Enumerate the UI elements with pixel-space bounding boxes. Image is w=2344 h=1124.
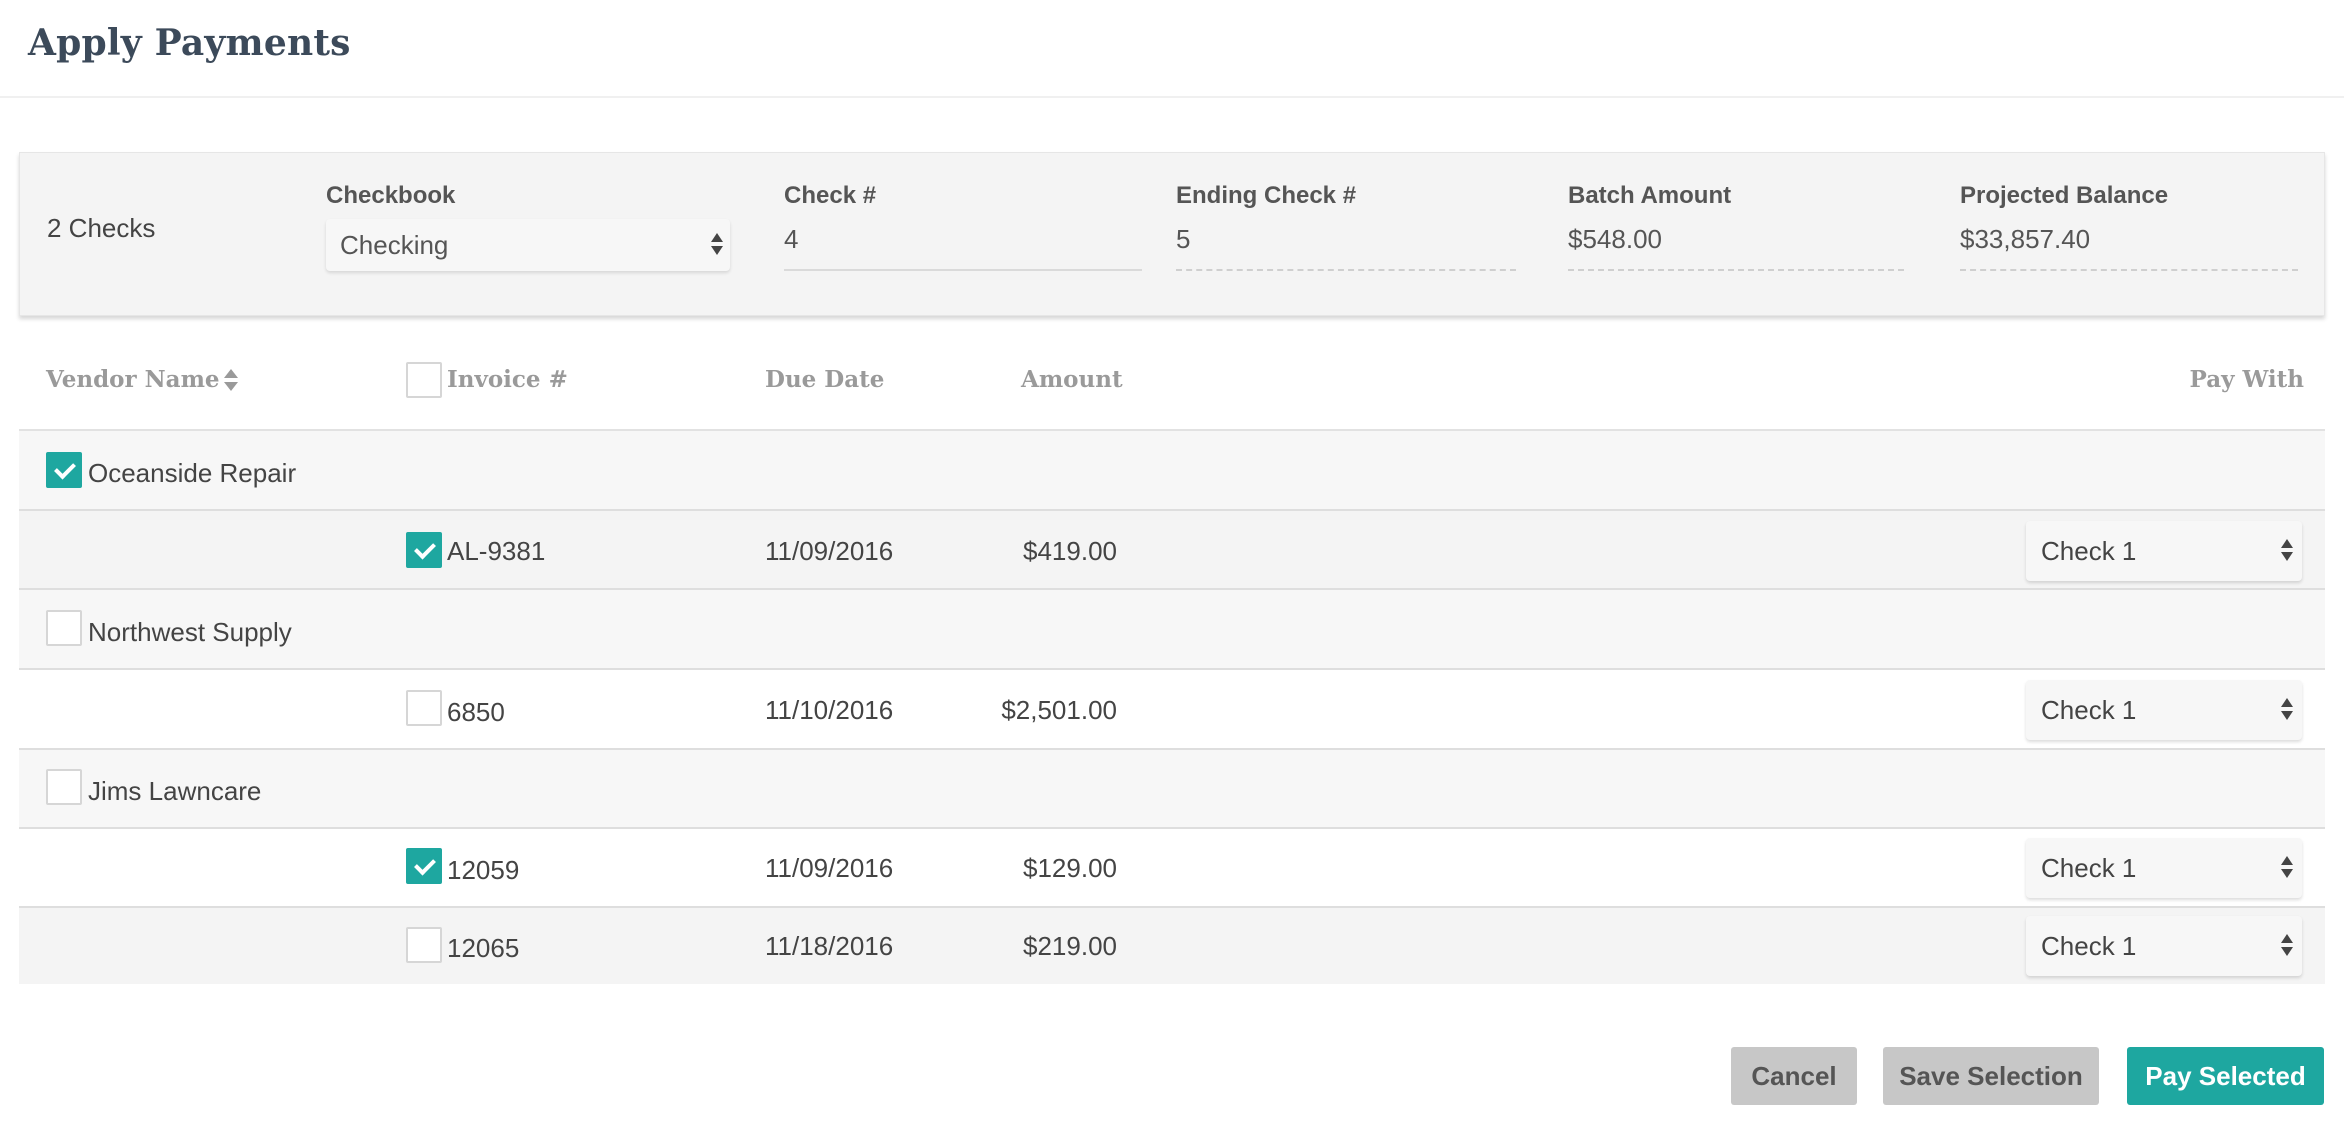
invoice-number: 6850: [447, 697, 505, 727]
page-title: Apply Payments: [28, 22, 351, 64]
checkbook-value: Checking: [340, 230, 449, 260]
select-arrows-icon: [2280, 856, 2294, 880]
invoice-row: AL-9381 11/09/2016 $419.00 Check 1: [19, 511, 2325, 590]
summary-panel: 2 Checks Checkbook Checking Check # 4 En…: [19, 152, 2325, 316]
vendor-row: Northwest Supply: [19, 590, 2325, 670]
pay-with-select[interactable]: Check 1: [2026, 521, 2302, 581]
due-date-header: Due Date: [765, 366, 885, 393]
vendor-checkbox[interactable]: [46, 452, 82, 488]
select-arrows-icon: [2280, 539, 2294, 563]
invoice-due-date: 11/10/2016: [765, 695, 894, 725]
amount-header: Amount: [1021, 366, 1123, 393]
save-selection-button[interactable]: Save Selection: [1883, 1047, 2099, 1105]
invoice-checkbox[interactable]: [406, 690, 442, 726]
invoice-due-date: 11/18/2016: [765, 931, 894, 961]
invoice-number: 12059: [447, 855, 520, 885]
checks-count: 2 Checks: [47, 213, 156, 243]
vendor-name: Jims Lawncare: [88, 776, 262, 806]
invoice-number: 12065: [447, 933, 520, 963]
select-arrows-icon: [2280, 698, 2294, 722]
pay-selected-button[interactable]: Pay Selected: [2127, 1047, 2324, 1105]
select-all-checkbox[interactable]: [406, 362, 442, 398]
pay-with-value: Check 1: [2041, 536, 2137, 566]
vendor-checkbox[interactable]: [46, 610, 82, 646]
pay-with-select[interactable]: Check 1: [2026, 916, 2302, 976]
pay-with-header: Pay With: [2189, 366, 2304, 393]
table-header: Vendor Name Invoice # Due Date Amount Pa…: [19, 344, 2325, 431]
vendor-row: Oceanside Repair: [19, 431, 2325, 511]
check-number-input[interactable]: 4: [784, 219, 1142, 271]
cancel-button[interactable]: Cancel: [1731, 1047, 1857, 1105]
ending-check-field: Ending Check # 5: [1176, 179, 1516, 271]
pay-with-select[interactable]: Check 1: [2026, 680, 2302, 740]
select-arrows-icon: [2280, 934, 2294, 958]
checkbook-label: Checkbook: [326, 182, 456, 209]
invoice-checkbox[interactable]: [406, 848, 442, 884]
ending-check-label: Ending Check #: [1176, 182, 1357, 209]
invoice-row: 12065 11/18/2016 $219.00 Check 1: [19, 908, 2325, 984]
batch-amount-field: Batch Amount $548.00: [1568, 179, 1904, 271]
invoice-number-header: Invoice #: [447, 366, 568, 393]
invoice-amount: $219.00: [1023, 931, 1117, 961]
batch-amount-value: $548.00: [1568, 219, 1904, 271]
vendor-name: Northwest Supply: [88, 617, 292, 647]
checkbook-select[interactable]: Checking: [326, 219, 730, 271]
vendor-checkbox[interactable]: [46, 769, 82, 805]
invoice-due-date: 11/09/2016: [765, 536, 894, 566]
checkbook-field: Checkbook Checking: [326, 179, 730, 271]
invoice-number: AL-9381: [447, 536, 546, 566]
vendor-name: Oceanside Repair: [88, 458, 297, 488]
check-number-field: Check # 4: [784, 179, 1142, 271]
batch-amount-label: Batch Amount: [1568, 182, 1732, 209]
invoice-amount: $129.00: [1023, 853, 1117, 883]
projected-balance-field: Projected Balance $33,857.40: [1960, 179, 2298, 271]
pay-with-value: Check 1: [2041, 931, 2137, 961]
select-arrows-icon: [710, 233, 724, 257]
invoice-row: 6850 11/10/2016 $2,501.00 Check 1: [19, 670, 2325, 750]
vendor-name-header[interactable]: Vendor Name: [46, 366, 240, 394]
invoice-amount: $419.00: [1023, 536, 1117, 566]
invoice-amount: $2,501.00: [1001, 695, 1117, 725]
page-header: Apply Payments: [0, 0, 2344, 98]
invoice-row: 12059 11/09/2016 $129.00 Check 1: [19, 829, 2325, 908]
ending-check-value: 5: [1176, 219, 1516, 271]
pay-with-value: Check 1: [2041, 853, 2137, 883]
invoice-checkbox[interactable]: [406, 532, 442, 568]
invoice-checkbox[interactable]: [406, 927, 442, 963]
invoice-due-date: 11/09/2016: [765, 853, 894, 883]
pay-with-value: Check 1: [2041, 695, 2137, 725]
projected-balance-label: Projected Balance: [1960, 182, 2169, 209]
pay-with-select[interactable]: Check 1: [2026, 838, 2302, 898]
projected-balance-value: $33,857.40: [1960, 219, 2298, 271]
vendor-name-header-label: Vendor Name: [46, 366, 220, 393]
vendor-row: Jims Lawncare: [19, 750, 2325, 829]
check-number-label: Check #: [784, 182, 877, 209]
sort-icon[interactable]: [222, 368, 240, 394]
